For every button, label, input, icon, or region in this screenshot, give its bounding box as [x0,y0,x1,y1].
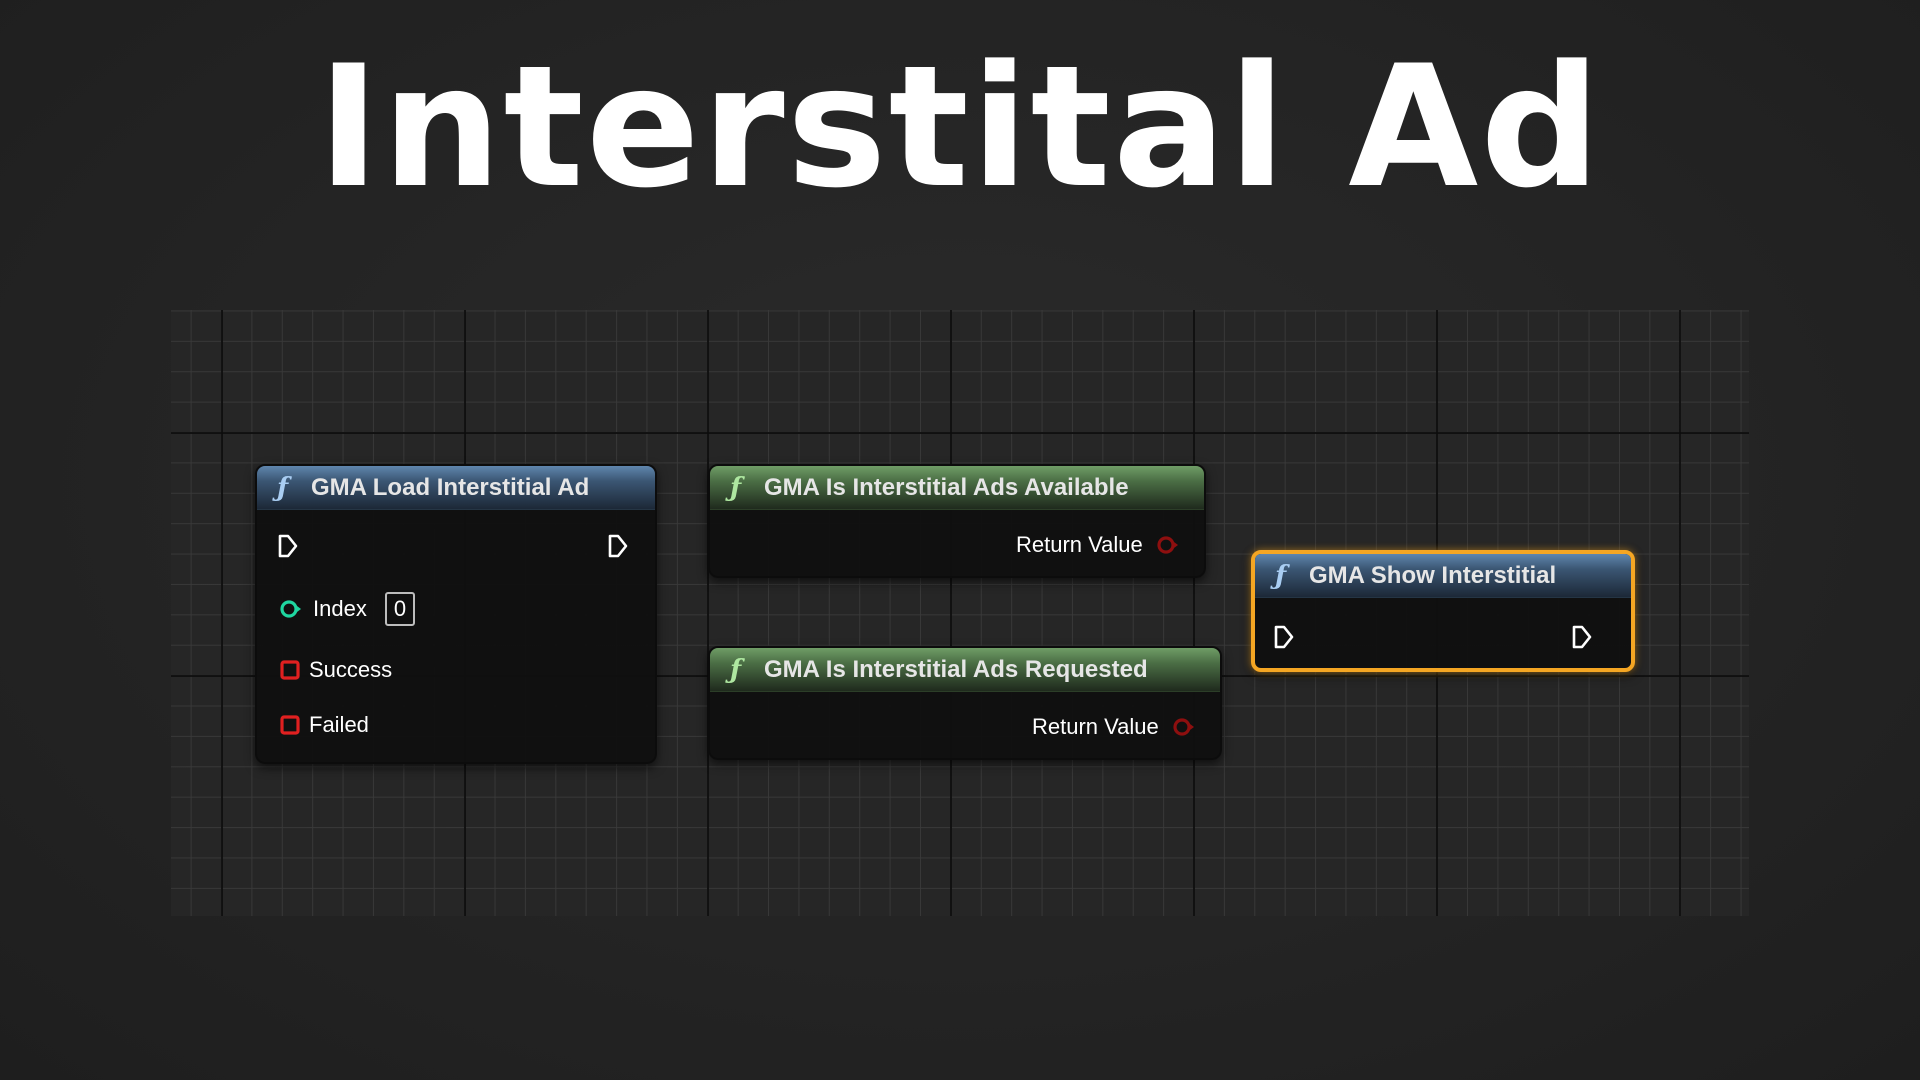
exec-output-pin[interactable] [1571,624,1593,650]
node-title: GMA Load Interstitial Ad [311,473,590,501]
success-delegate-pin-icon[interactable] [279,659,301,681]
node-title: GMA Is Interstitial Ads Requested [764,655,1148,683]
node-gma-is-interstitial-ads-requested[interactable]: ƒ GMA Is Interstitial Ads Requested Retu… [708,646,1222,760]
return-value-label: Return Value [1032,714,1159,739]
failed-delegate-pin-icon[interactable] [279,714,301,736]
node-gma-load-interstitial-ad[interactable]: ƒ GMA Load Interstitial Ad Index 0 Succe… [255,464,657,764]
node-title: GMA Is Interstitial Ads Available [764,473,1129,501]
exec-input-pin[interactable] [277,533,299,559]
boolean-return-pin-icon[interactable] [1172,716,1194,738]
exec-input-pin[interactable] [1273,624,1295,650]
boolean-return-pin-icon[interactable] [1156,534,1178,556]
function-icon: ƒ [1275,560,1287,591]
node-gma-show-interstitial[interactable]: ƒ GMA Show Interstitial [1251,550,1635,672]
exec-output-pin[interactable] [607,533,629,559]
return-value-label: Return Value [1016,532,1143,557]
page-title: Interstital Ad [317,29,1603,225]
node-title: GMA Show Interstitial [1309,561,1557,589]
node-gma-is-interstitial-ads-available[interactable]: ƒ GMA Is Interstitial Ads Available Retu… [708,464,1206,578]
failed-pin-label: Failed [309,712,369,737]
node-header[interactable]: ƒ GMA Show Interstitial [1255,554,1631,598]
function-icon: ƒ [730,472,742,503]
success-pin-label: Success [309,657,393,682]
node-header[interactable]: ƒ GMA Is Interstitial Ads Available [710,466,1204,510]
index-pin-label: Index [313,596,367,621]
integer-pin-icon[interactable] [279,598,301,620]
index-value-input[interactable]: 0 [385,592,415,626]
node-header[interactable]: ƒ GMA Is Interstitial Ads Requested [710,648,1220,692]
blueprint-graph-canvas[interactable]: ƒ GMA Load Interstitial Ad Index 0 Succe… [171,310,1749,916]
node-header[interactable]: ƒ GMA Load Interstitial Ad [257,466,655,510]
function-icon: ƒ [277,472,289,503]
function-icon: ƒ [730,654,742,685]
